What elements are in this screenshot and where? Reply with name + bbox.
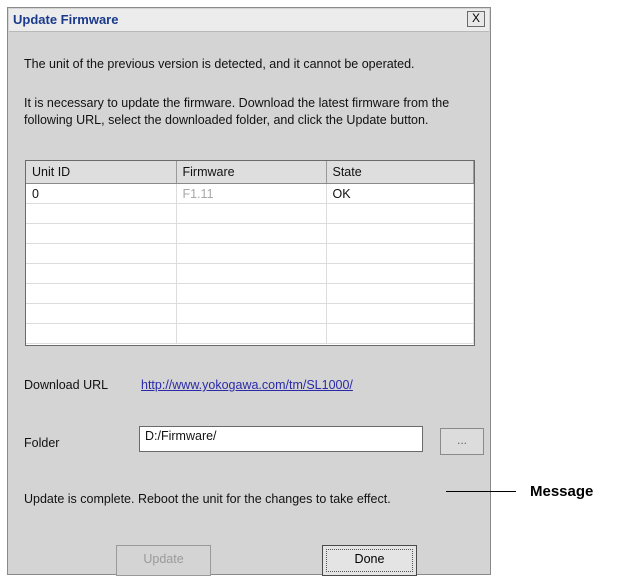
status-message: Update is complete. Reboot the unit for … bbox=[24, 492, 391, 506]
state-cell: OK bbox=[326, 183, 474, 204]
update-firmware-dialog: Update Firmware X The unit of the previo… bbox=[7, 7, 491, 576]
browse-folder-button[interactable]: ... bbox=[440, 428, 484, 455]
message-callout-label: Message bbox=[530, 483, 594, 500]
column-header-firmware[interactable]: Firmware bbox=[176, 161, 327, 184]
empty-row bbox=[26, 323, 474, 344]
firmware-cell: F1.11 bbox=[176, 183, 327, 204]
folder-input[interactable]: D:/Firmware/ bbox=[139, 426, 423, 452]
table-header-row: Unit ID Firmware State bbox=[26, 161, 474, 184]
empty-row bbox=[26, 263, 474, 284]
dialog-title: Update Firmware bbox=[13, 12, 119, 27]
download-url-link[interactable]: http://www.yokogawa.com/tm/SL1000/ bbox=[141, 378, 353, 392]
table-row[interactable]: 0 F1.11 OK bbox=[26, 183, 474, 204]
empty-row bbox=[26, 303, 474, 324]
download-url-label: Download URL bbox=[24, 378, 109, 392]
column-header-unit-id[interactable]: Unit ID bbox=[26, 161, 177, 184]
empty-row bbox=[26, 243, 474, 264]
update-button[interactable]: Update bbox=[116, 545, 211, 576]
close-icon: X bbox=[471, 11, 480, 25]
column-header-state[interactable]: State bbox=[326, 161, 474, 184]
callout-leader-line bbox=[446, 491, 516, 492]
empty-row bbox=[26, 283, 474, 304]
close-button[interactable]: X bbox=[467, 11, 485, 27]
detected-message: The unit of the previous version is dete… bbox=[24, 57, 415, 71]
empty-row bbox=[26, 223, 474, 244]
unit-id-cell: 0 bbox=[26, 183, 177, 204]
unit-table: Unit ID Firmware State 0 F1.11 OK bbox=[25, 160, 475, 346]
empty-row bbox=[26, 203, 474, 224]
done-button[interactable]: Done bbox=[322, 545, 417, 576]
instructions-text: It is necessary to update the firmware. … bbox=[24, 96, 450, 127]
title-bar: Update Firmware X bbox=[9, 9, 489, 32]
folder-label: Folder bbox=[24, 436, 60, 450]
